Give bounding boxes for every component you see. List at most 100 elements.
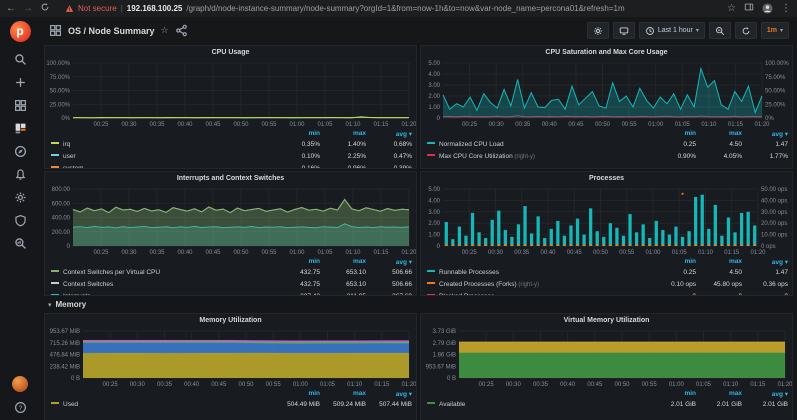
time-range-picker[interactable]: Last 1 hour ▾ [638, 22, 705, 39]
svg-text:01:20: 01:20 [401, 122, 416, 128]
bookmark-star-icon[interactable]: ☆ [727, 3, 736, 14]
legend-series-label[interactable]: Normalized CPU Load [425, 141, 650, 148]
svg-text:0: 0 [437, 116, 441, 122]
legend-value: 0 [738, 292, 742, 296]
legend-sort-min[interactable]: min [650, 390, 696, 397]
legend-series-label[interactable]: Created Processes (Forks) (right-y) [425, 281, 650, 288]
help-icon[interactable]: ? [13, 400, 27, 414]
panel-memory-utilization: Memory Utilization 953.67 MiB 715.26 MiB 4… [44, 313, 417, 420]
panel-title[interactable]: Memory Utilization [45, 314, 416, 327]
svg-text:00:40: 00:40 [542, 122, 558, 128]
panel-title[interactable]: Interrupts and Context Switches [45, 172, 416, 185]
legend-sort-max[interactable]: max [696, 258, 742, 265]
reading-list-icon[interactable] [744, 2, 754, 15]
legend-value: 504.49 MiB [287, 400, 320, 408]
virtual-memory-chart[interactable]: 3.73 GiB 2.79 GiB 1.86 GiB 953.67 MiB 0 B 00:… [421, 327, 792, 389]
svg-text:00:30: 00:30 [121, 122, 137, 128]
configuration-icon[interactable] [13, 190, 27, 204]
zoom-out-button[interactable] [708, 22, 731, 39]
svg-text:01:05: 01:05 [317, 250, 333, 256]
back-icon[interactable]: ← [6, 3, 16, 14]
chevron-down-icon: ▾ [695, 28, 699, 34]
series-color-dash [427, 270, 435, 273]
legend-series-label[interactable]: irq [49, 141, 274, 148]
legend-series-label[interactable]: user [49, 153, 274, 160]
legend-sort-avg[interactable]: avg ▾ [366, 130, 412, 138]
legend-series-label[interactable]: Max CPU Core Utilization (right-y) [425, 153, 650, 160]
legend-sort-min[interactable]: min [274, 390, 320, 397]
legend-sort-max[interactable]: max [696, 390, 742, 397]
cpu-saturation-chart[interactable]: 5.00 4.00 3.00 2.00 1.00 0 100.00% 75.00% 50.00%… [421, 59, 792, 129]
panel-title[interactable]: Processes [421, 172, 792, 185]
search-icon[interactable] [13, 52, 27, 66]
svg-text:00:35: 00:35 [157, 382, 173, 388]
legend-series-label[interactable]: Context Switches per Virtual CPU [49, 269, 274, 276]
legend-sort-max[interactable]: max [320, 390, 366, 397]
panel-title[interactable]: Virtual Memory Utilization [421, 314, 792, 327]
legend-series-label[interactable]: Blocked Processes [425, 293, 650, 295]
svg-text:100.00%: 100.00% [765, 61, 789, 67]
legend-series-label[interactable]: system [49, 165, 274, 168]
svg-text:?: ? [18, 404, 22, 411]
server-admin-icon[interactable] [13, 213, 27, 227]
svg-text:00:45: 00:45 [568, 122, 584, 128]
refresh-button[interactable] [734, 22, 757, 39]
legend-sort-max[interactable]: max [320, 258, 366, 265]
svg-text:00:30: 00:30 [506, 382, 522, 388]
legend-value: 4.50 [729, 140, 742, 148]
user-avatar[interactable] [12, 376, 28, 392]
explore-icon[interactable] [13, 144, 27, 158]
legend-sort-min[interactable]: min [274, 130, 320, 137]
legend-sort-min[interactable]: min [650, 258, 696, 265]
svg-text:00:40: 00:40 [560, 382, 576, 388]
alerting-icon[interactable] [13, 167, 27, 181]
section-memory[interactable]: ▾ Memory [48, 300, 86, 309]
legend-sort-max[interactable]: max [696, 130, 742, 137]
legend-sort-avg[interactable]: avg ▾ [742, 258, 788, 266]
legend-sort-avg[interactable]: avg ▾ [366, 258, 412, 266]
dashboard-settings-button[interactable] [586, 22, 609, 39]
panel-title[interactable]: CPU Saturation and Max Core Usage [421, 46, 792, 59]
legend-value: 432.75 [300, 268, 320, 276]
memory-utilization-chart[interactable]: 953.67 MiB 715.26 MiB 476.84 MiB 238.42 MiB… [45, 327, 416, 389]
legend-value: 0.16% [301, 164, 320, 169]
processes-chart[interactable]: 5.00 4.00 3.00 2.00 1.00 0 50.00 ops 40.00 ops 3… [421, 185, 792, 257]
panel-title[interactable]: CPU Usage [45, 46, 416, 59]
dashboard-grid-icon[interactable] [48, 24, 62, 38]
reload-icon[interactable] [40, 2, 50, 15]
legend-sort-min[interactable]: min [274, 258, 320, 265]
legend-series-label[interactable]: Used [49, 401, 274, 408]
legend-sort-min[interactable]: min [650, 130, 696, 137]
query-analytics-icon[interactable] [13, 236, 27, 250]
dashboard-canvas: CPU Usage 100.00% 75.00% 50.00% 25.00% 0% 00:… [40, 44, 797, 420]
svg-text:00:30: 00:30 [488, 250, 504, 256]
share-icon[interactable] [175, 24, 189, 38]
forward-icon[interactable]: → [23, 3, 33, 14]
favorite-star-icon[interactable]: ☆ [161, 25, 169, 36]
address-bar[interactable]: Not secure | 192.168.100.25 /graph/d/nod… [57, 2, 721, 15]
add-icon[interactable] [13, 75, 27, 89]
svg-text:01:15: 01:15 [724, 250, 740, 256]
legend-value: 0.10 ops [671, 280, 696, 288]
tv-mode-button[interactable] [612, 22, 635, 39]
legend-sort-max[interactable]: max [320, 130, 366, 137]
legend-series-label[interactable]: Runnable Processes [425, 269, 650, 276]
browser-menu-icon[interactable]: ⋮ [781, 3, 791, 14]
browser-profile-avatar[interactable] [762, 3, 773, 14]
dashboard-title[interactable]: OS / Node Summary [68, 26, 155, 36]
legend-header: min max avg ▾ [49, 257, 412, 266]
legend-sort-avg[interactable]: avg ▾ [366, 390, 412, 398]
interrupts-chart[interactable]: 800.00 600.00 400.00 200.00 0 00:25 00:30 00:35… [45, 185, 416, 257]
cpu-usage-chart[interactable]: 100.00% 75.00% 50.00% 25.00% 0% 00:25 00:30 00:… [45, 59, 416, 129]
svg-text:400.00: 400.00 [52, 216, 71, 222]
legend-series-label[interactable]: Interrupts [49, 293, 274, 295]
dashboards-icon[interactable] [13, 98, 27, 112]
pmm-logo[interactable]: p [9, 21, 31, 42]
svg-text:00:35: 00:35 [514, 250, 530, 256]
refresh-interval-picker[interactable]: 1m ▾ [760, 22, 789, 39]
legend-series-label[interactable]: Context Switches [49, 281, 274, 288]
pmm-dashboards-icon[interactable] [13, 121, 27, 135]
legend-sort-avg[interactable]: avg ▾ [742, 130, 788, 138]
legend-sort-avg[interactable]: avg ▾ [742, 390, 788, 398]
legend-series-label[interactable]: Available [425, 401, 650, 408]
